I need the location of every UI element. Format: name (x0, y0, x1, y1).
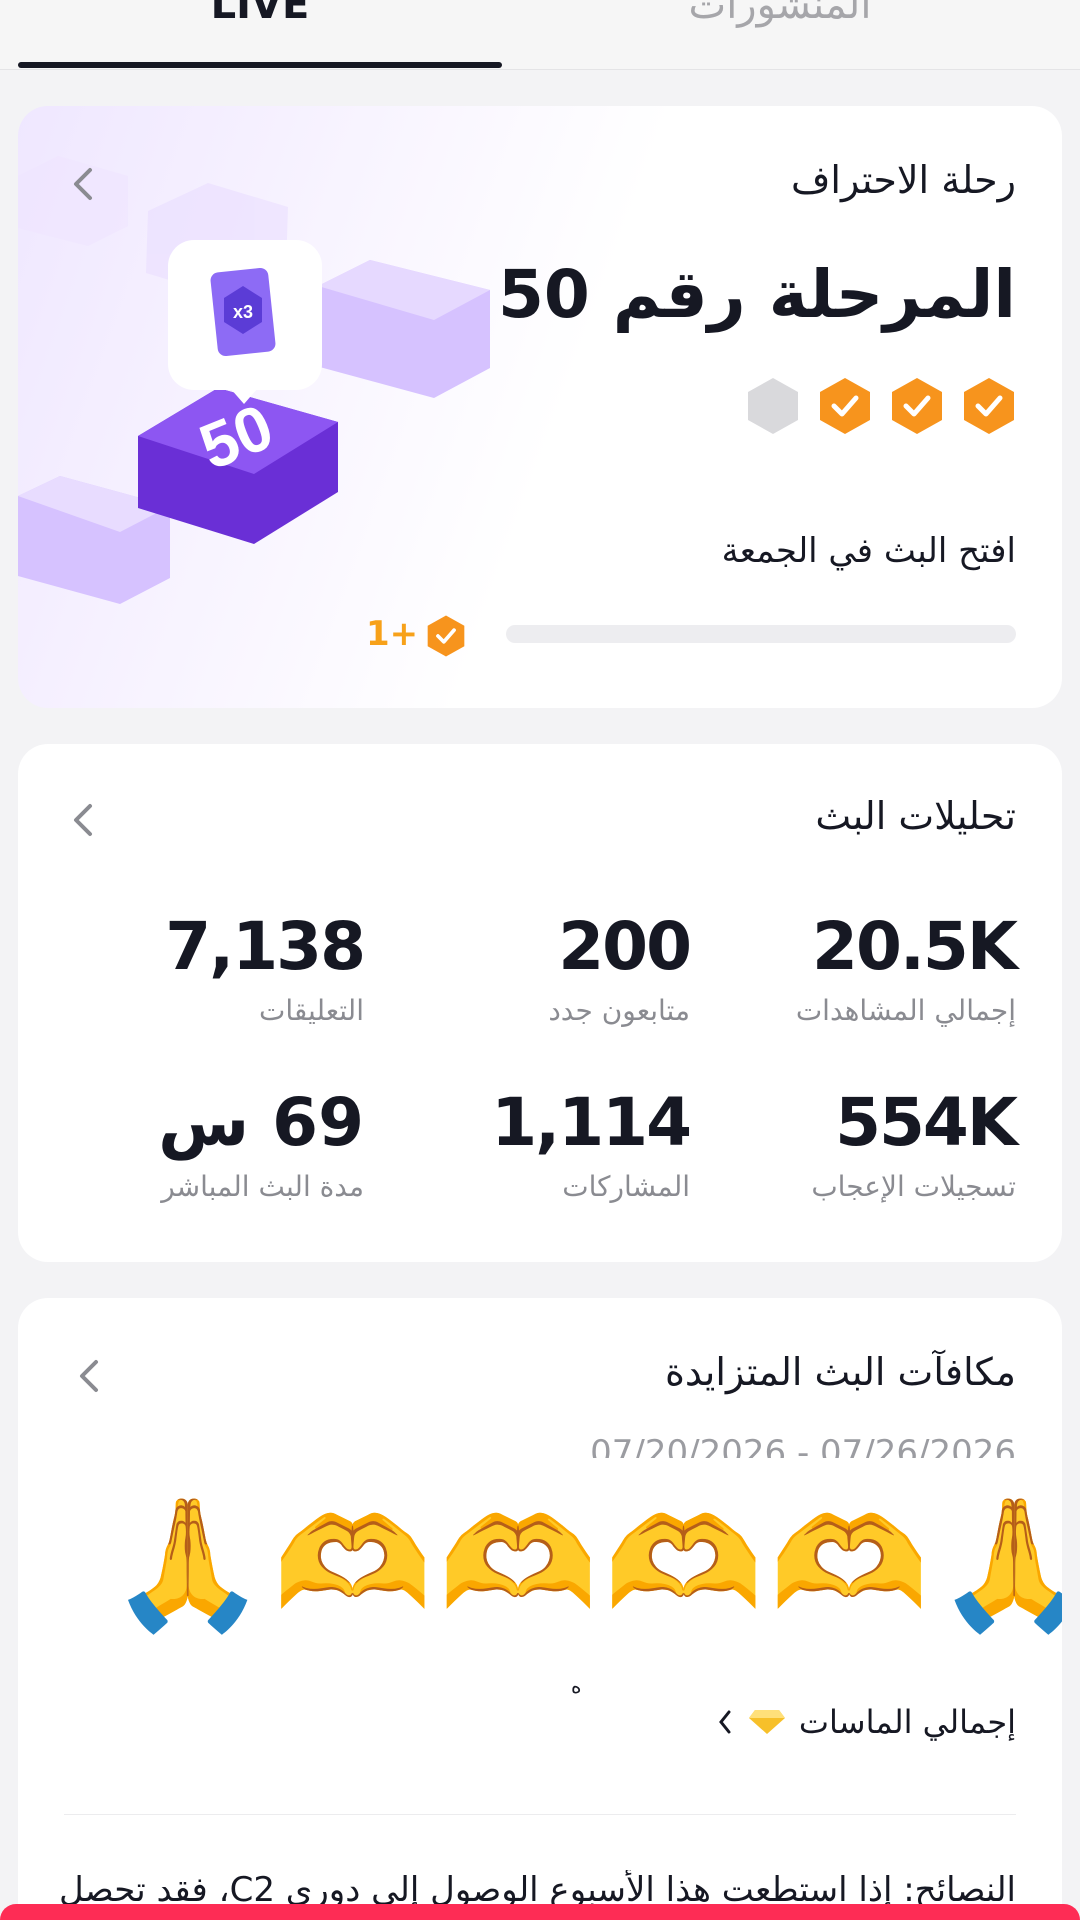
total-diamonds-label: إجمالي الماسات (798, 1703, 1016, 1741)
card-multiplier: x3 (233, 302, 253, 322)
check-badge-icon (427, 615, 465, 657)
active-tab-indicator (18, 62, 502, 68)
stat-value: 1,114 (491, 1084, 692, 1161)
progress-badges (726, 376, 1016, 436)
divider (64, 1814, 1016, 1815)
emoji-overlay-text: 🙏🫶🫶🫶🫶🙏 (108, 1490, 1062, 1639)
stat-value: 20.5K (812, 908, 1018, 985)
stat-likes: 554K تسجيلات الإعجاب (686, 1084, 1018, 1204)
check-badge-icon (820, 378, 870, 434)
check-badge-icon (892, 378, 942, 434)
journey-title: رحلة الاحتراف (791, 158, 1016, 202)
tab-bar: LIVE المنشورات (0, 0, 1080, 70)
stat-label: المشاركات (562, 1170, 690, 1203)
locked-badge-icon (748, 378, 798, 434)
live-analytics-card[interactable]: تحليلات البث 20.5K إجمالي المشاهدات 200 … (18, 744, 1062, 1262)
stage-title: المرحلة رقم 50 (497, 256, 1016, 333)
stat-value: 69 س (158, 1084, 366, 1161)
total-diamonds-row[interactable]: إجمالي الماسات (715, 1703, 1016, 1741)
stat-comments: 7,138 التعليقات (34, 908, 366, 1028)
stat-shares: 1,114 المشاركات (360, 1084, 692, 1204)
stat-value: 554K (835, 1084, 1018, 1161)
live-rewards-card[interactable]: مكافآت البث المتزايدة 07/20/2026 - 07/26… (18, 1298, 1062, 1920)
stat-live-duration: 69 س مدة البث المباشر (34, 1084, 366, 1204)
chevron-left-icon (718, 1710, 731, 1734)
chevron-left-icon[interactable] (70, 1356, 110, 1396)
task-description: افتح البث في الجمعة (721, 531, 1016, 571)
stat-label: التعليقات (258, 994, 364, 1027)
chevron-left-icon[interactable] (64, 800, 104, 840)
reward-amount: 1+ (366, 614, 419, 654)
bottom-action-bar[interactable] (0, 1904, 1080, 1920)
stat-value: 7,138 (165, 908, 366, 985)
chevron-left-icon[interactable] (64, 164, 104, 204)
emoji-overlay: 🙏🫶🫶🫶🫶🙏 (108, 1490, 1062, 1640)
stat-label: تسجيلات الإعجاب (811, 1170, 1016, 1203)
stat-total-views: 20.5K إجمالي المشاهدات (686, 908, 1018, 1028)
tab-live[interactable]: LIVE (20, 0, 500, 28)
stat-new-followers: 200 متابعون جدد (360, 908, 692, 1028)
date-range: 07/20/2026 - 07/26/2026 (590, 1433, 1016, 1458)
tab-posts[interactable]: المنشورات (540, 0, 1020, 28)
rewards-title: مكافآت البث المتزايدة (664, 1350, 1016, 1394)
check-badge-icon (964, 378, 1014, 434)
stat-label: متابعون جدد (548, 994, 690, 1027)
task-progress-bar (506, 625, 1016, 643)
task-reward: 1+ (366, 612, 486, 658)
dot-mark: ه (571, 1674, 582, 1698)
pro-journey-card[interactable]: 50 x3 رحلة الاحتراف المرحلة رقم 50 افتح … (18, 106, 1062, 708)
stat-label: مدة البث المباشر (161, 1170, 364, 1203)
diamond-icon (748, 1710, 785, 1734)
stat-value: 200 (558, 908, 692, 985)
stat-label: إجمالي المشاهدات (795, 994, 1016, 1027)
analytics-title: تحليلات البث (815, 794, 1016, 838)
